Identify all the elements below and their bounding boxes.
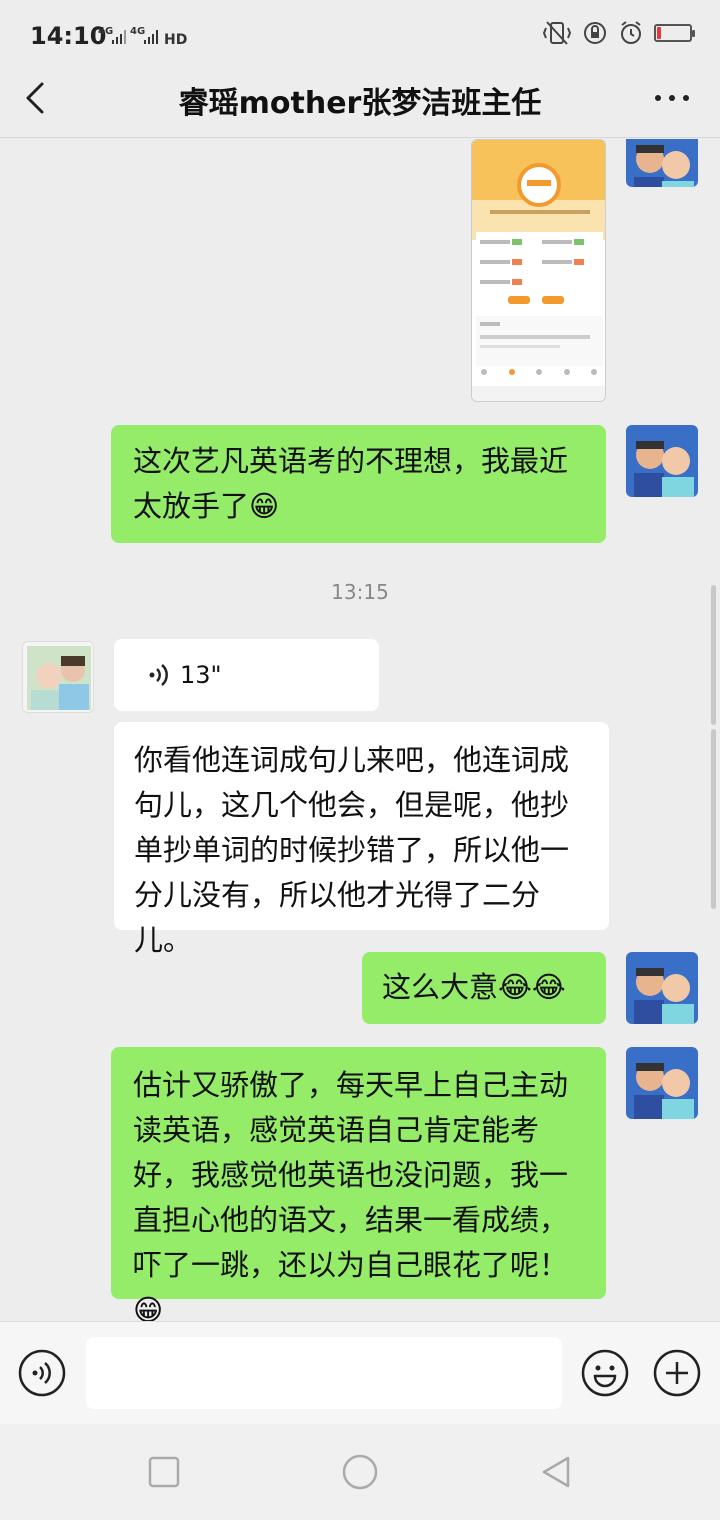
scrollbar-track <box>711 729 716 909</box>
lock-rotation-icon <box>584 22 606 44</box>
my-message[interactable]: 估计又骄傲了，每天早上自己主动读英语，感觉英语自己肯定能考好，我感觉他英语也没问… <box>111 1047 606 1321</box>
input-bar <box>0 1321 720 1424</box>
status-time: 14:10 <box>30 22 107 50</box>
vibrate-icon <box>542 21 572 45</box>
svg-text:4G: 4G <box>130 26 145 37</box>
svg-text:HD: HD <box>164 32 187 48</box>
recent-apps-icon[interactable] <box>146 1454 182 1490</box>
emoji-icon[interactable] <box>581 1349 629 1397</box>
screenshot-image <box>472 140 605 401</box>
my-avatar[interactable] <box>626 952 698 1024</box>
my-avatar[interactable] <box>626 139 698 187</box>
my-avatar[interactable] <box>626 425 698 497</box>
message-text: 这么大意😂😂 <box>382 970 566 1004</box>
plus-icon[interactable] <box>653 1349 701 1397</box>
voice-message[interactable]: 13" <box>114 639 379 711</box>
chat-area[interactable]: 这次艺凡英语考的不理想，我最近太放手了😁 13:15 13" 你看他连词成句儿来… <box>0 139 720 1321</box>
chat-header: 睿瑶mother张梦洁班主任 <box>0 62 720 138</box>
message-text: 你看他连词成句儿来吧，他连词成句儿，这几个他会，但是呢，他抄单抄单词的时候抄错了… <box>134 743 570 957</box>
timestamp: 13:15 <box>331 580 389 604</box>
voice-wave-icon <box>149 664 168 686</box>
voice-input-icon[interactable] <box>18 1349 66 1397</box>
battery-level <box>657 27 662 39</box>
message-text: 估计又骄傲了，每天早上自己主动读英语，感觉英语自己肯定能考好，我感觉他英语也没问… <box>133 1068 569 1321</box>
scrollbar[interactable] <box>711 585 716 725</box>
status-icons <box>542 20 695 46</box>
voice-duration: 13" <box>180 661 222 689</box>
svg-text:4G: 4G <box>98 26 113 37</box>
chat-title: 睿瑶mother张梦洁班主任 <box>178 86 542 121</box>
network-indicator: 4G 4G HD <box>98 24 194 51</box>
my-message[interactable]: 这么大意😂😂 <box>362 952 606 1024</box>
alarm-icon <box>621 21 641 44</box>
back-triangle-icon[interactable] <box>538 1454 574 1490</box>
system-nav-bar <box>0 1424 720 1520</box>
more-dots-icon[interactable] <box>652 86 692 110</box>
home-icon[interactable] <box>342 1454 378 1490</box>
my-message[interactable]: 这次艺凡英语考的不理想，我最近太放手了😁 <box>111 425 606 543</box>
battery-icon <box>654 24 695 42</box>
message-input[interactable] <box>86 1337 562 1409</box>
image-message[interactable] <box>471 139 606 402</box>
message-text: 这次艺凡英语考的不理想，我最近太放手了😁 <box>133 444 569 523</box>
contact-message[interactable]: 你看他连词成句儿来吧，他连词成句儿，这几个他会，但是呢，他抄单抄单词的时候抄错了… <box>114 722 609 957</box>
contact-avatar[interactable] <box>22 641 94 713</box>
my-avatar[interactable] <box>626 1047 698 1119</box>
